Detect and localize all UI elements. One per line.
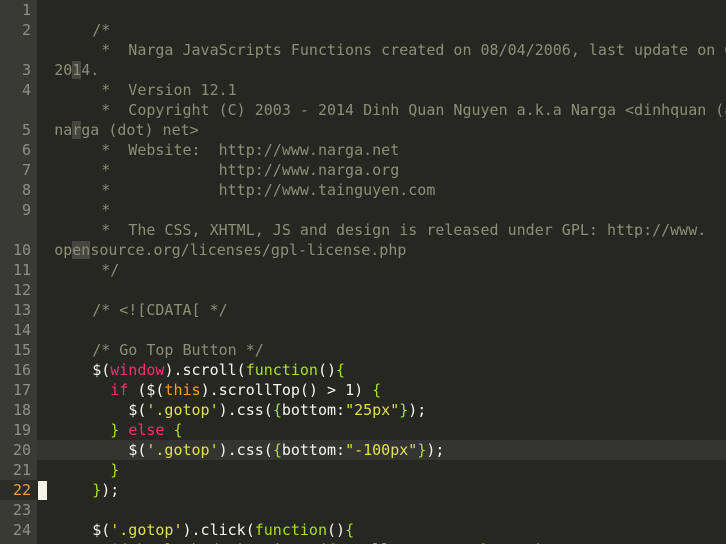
line-number: 7 xyxy=(21,161,31,179)
line-number: 19 xyxy=(12,421,31,439)
code-line-24[interactable]: $('html, body').animate({scrollTop: '0px… xyxy=(38,520,726,544)
line-number: 13 xyxy=(12,301,31,319)
line-number: 23 xyxy=(12,501,31,519)
code-line-23[interactable]: $('.gotop').click(function(){ xyxy=(38,500,726,539)
code-line-10[interactable]: */ xyxy=(38,240,726,279)
text-cursor xyxy=(38,481,47,500)
code-line-20[interactable]: } xyxy=(38,440,726,479)
line-number: 12 xyxy=(12,281,31,299)
code-line-21[interactable]: }); xyxy=(38,460,726,499)
code-line-18[interactable]: } else { xyxy=(38,400,726,439)
code-line-16[interactable]: if ($(this).scrollTop() > 1) { xyxy=(38,360,726,399)
line-number: 9 xyxy=(21,201,31,219)
code-line-6[interactable]: * http://www.narga.org xyxy=(38,140,726,179)
code-line-4[interactable]: * Copyright (C) 2003 - 2014 Dinh Quan Ng… xyxy=(38,80,726,119)
line-number: 16 xyxy=(12,361,31,379)
line-number: 3 xyxy=(21,61,31,79)
line-number: 6 xyxy=(21,141,31,159)
code-line-9[interactable]: * The CSS, XHTML, JS and design is relea… xyxy=(38,200,726,239)
code-line-15[interactable]: $(window).scroll(function(){ xyxy=(38,340,726,379)
code-line-8[interactable]: * xyxy=(38,180,726,219)
code-editor[interactable]: 1 2 3 4 5 6 7 8 9 10 11 12 13 14 15 16 1… xyxy=(0,0,726,544)
code-line-1[interactable]: /* xyxy=(38,0,726,39)
line-number: 10 xyxy=(12,241,31,259)
code-line-11[interactable] xyxy=(38,260,726,280)
code-content[interactable]: /* * Narga JavaScripts Functions created… xyxy=(38,0,726,544)
code-line-25[interactable]: return false; xyxy=(38,540,726,544)
line-number: 18 xyxy=(12,401,31,419)
code-line-2[interactable]: * Narga JavaScripts Functions created on… xyxy=(38,20,726,59)
code-line-7[interactable]: * http://www.tainguyen.com xyxy=(38,160,726,199)
code-line-12[interactable]: /* <![CDATA[ */ xyxy=(38,280,726,319)
code-line-2-wrap[interactable]: 2014. xyxy=(0,40,726,79)
line-number: 1 xyxy=(21,1,31,19)
code-line-19[interactable]: $('.gotop').css({bottom:"-100px"}); xyxy=(38,420,726,459)
code-line-3[interactable]: * Version 12.1 xyxy=(38,60,726,99)
line-number: 5 xyxy=(21,121,31,139)
code-line-13[interactable] xyxy=(38,300,726,320)
line-number: 14 xyxy=(12,321,31,339)
code-line-9-wrap[interactable]: opensource.org/licenses/gpl-license.php xyxy=(0,220,726,259)
code-line-5[interactable]: * Website: http://www.narga.net xyxy=(38,120,726,159)
code-line-17[interactable]: $('.gotop').css({bottom:"25px"}); xyxy=(38,380,726,419)
line-number: 21 xyxy=(12,461,31,479)
line-number: 15 xyxy=(12,341,31,359)
code-line-14[interactable]: /* Go Top Button */ xyxy=(38,320,726,359)
line-number-active: 22 xyxy=(0,480,37,500)
line-number-gutter[interactable]: 1 2 3 4 5 6 7 8 9 10 11 12 13 14 15 16 1… xyxy=(0,0,37,544)
line-number: 11 xyxy=(12,261,31,279)
line-number: 20 xyxy=(12,441,31,459)
code-line-4-wrap[interactable]: narga (dot) net> xyxy=(0,100,726,139)
line-number: 17 xyxy=(12,381,31,399)
line-number: 2 xyxy=(21,21,31,39)
line-number: 4 xyxy=(21,81,31,99)
line-number: 8 xyxy=(21,181,31,199)
line-number: 25 xyxy=(0,540,31,544)
line-number: 24 xyxy=(12,521,31,539)
code-line-22[interactable] xyxy=(38,480,726,500)
